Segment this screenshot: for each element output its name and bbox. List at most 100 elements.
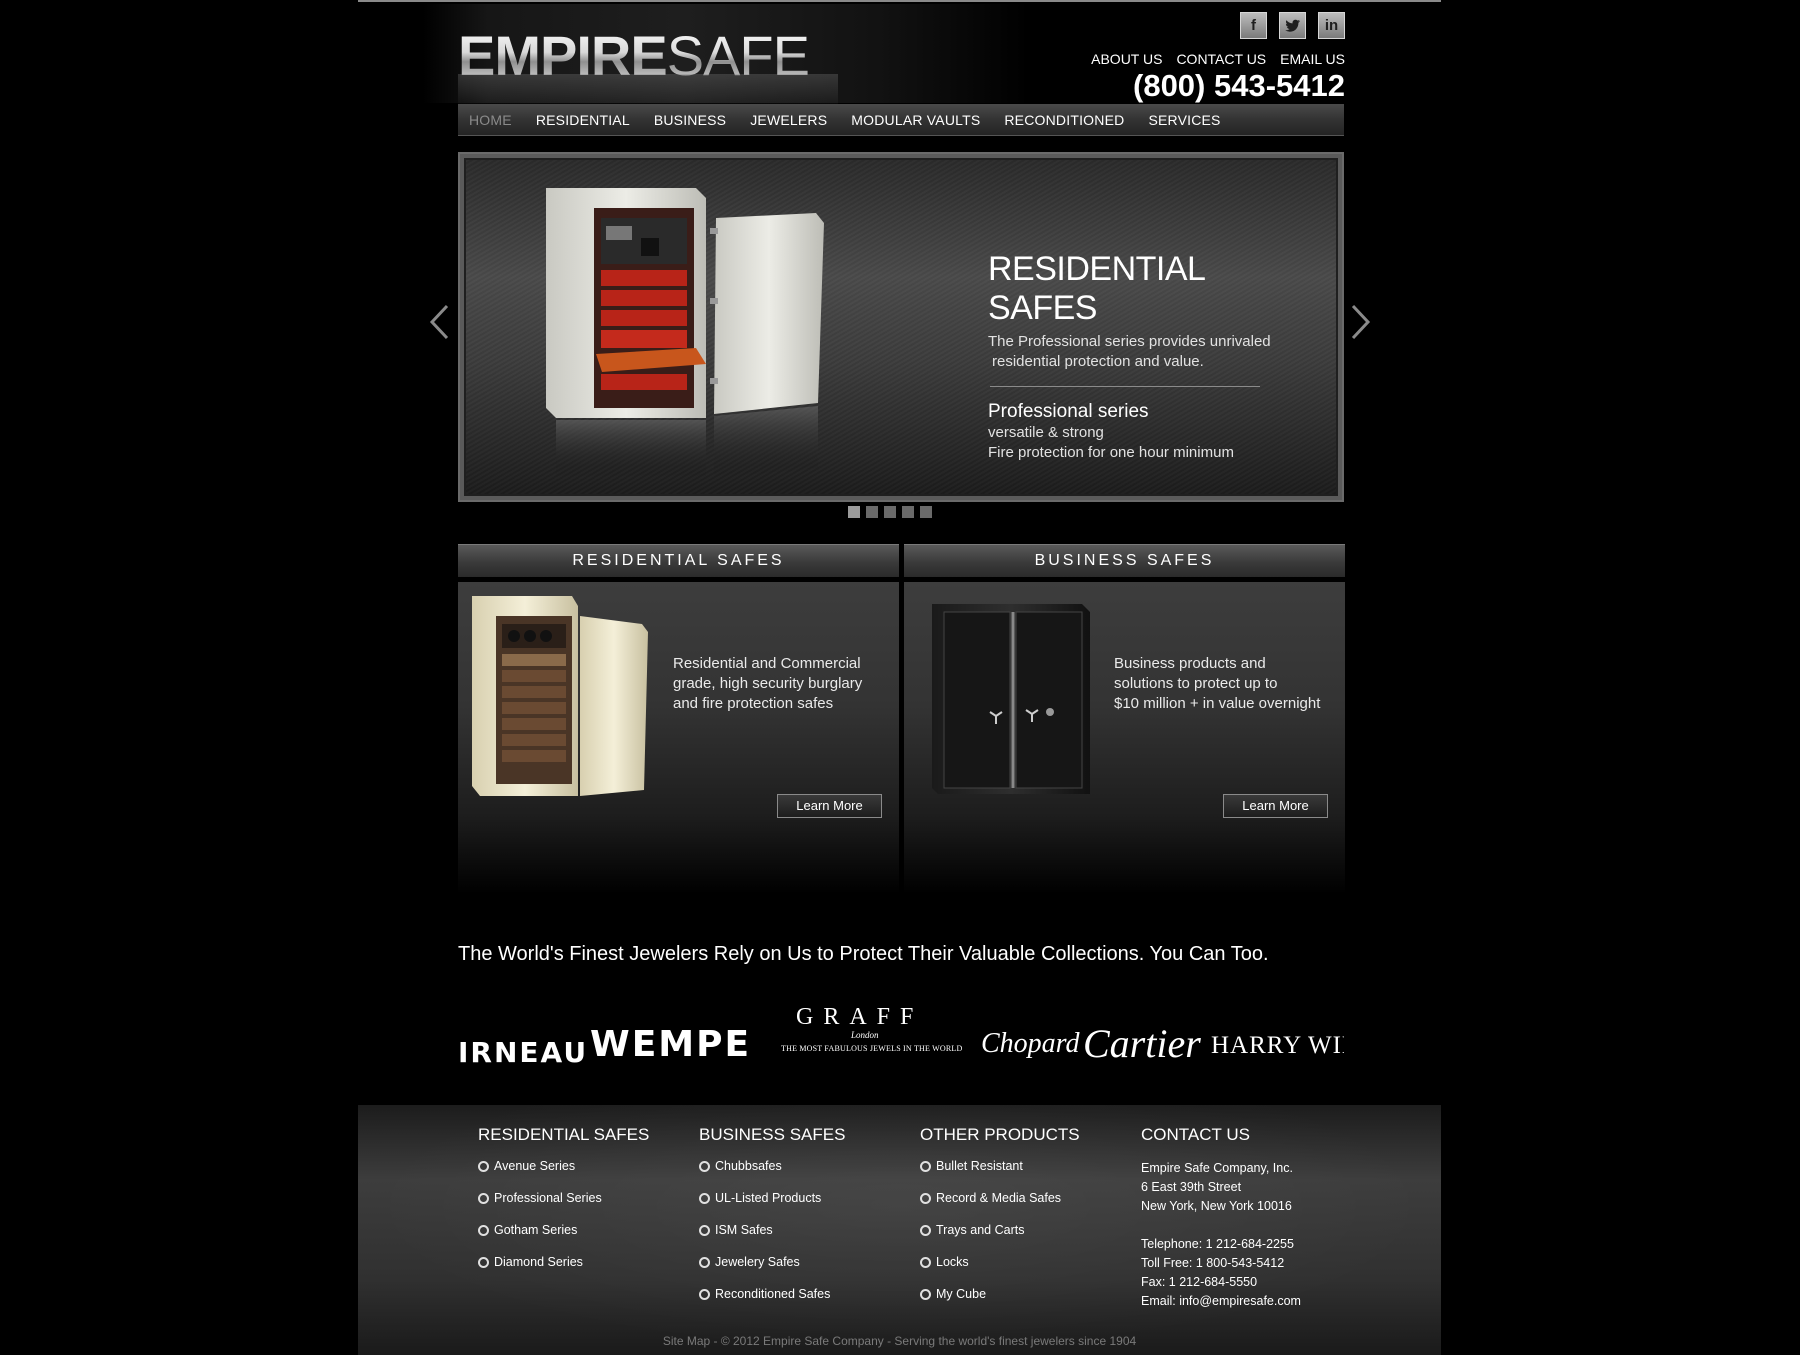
hero-slider[interactable]: RESIDENTIAL SAFES The Professional serie…: [458, 152, 1344, 502]
nav-item-business[interactable]: BUSINESS: [654, 112, 726, 128]
nav-item-home[interactable]: HOME: [469, 112, 512, 128]
empire-safe-logo[interactable]: EMPIRESAFE: [458, 26, 838, 110]
contact-email[interactable]: Email: info@empiresafe.com: [1141, 1292, 1301, 1311]
footer-heading[interactable]: CONTACT US: [1141, 1125, 1301, 1145]
panel-description: Business products and solutions to prote…: [1114, 654, 1334, 714]
footer-link[interactable]: Diamond Series: [478, 1255, 649, 1287]
slider-pagination: [848, 506, 932, 518]
nav-item-residential[interactable]: RESIDENTIAL: [536, 112, 630, 128]
residential-safe-thumbnail: [472, 596, 648, 796]
twitter-icon[interactable]: [1279, 12, 1306, 39]
about-us-link[interactable]: ABOUT US: [1091, 51, 1162, 67]
residential-learn-more-button[interactable]: Learn More: [777, 794, 882, 818]
panel-description-line: grade, high security burglary: [673, 675, 863, 692]
footer: RESIDENTIAL SAFES Avenue Series Professi…: [358, 1105, 1441, 1355]
footer-link[interactable]: Bullet Resistant: [920, 1159, 1080, 1191]
contact-street: 6 East 39th Street: [1141, 1180, 1242, 1194]
page: EMPIRESAFE f in ABOUT US CONTACT US EMAI…: [358, 0, 1441, 1355]
brand-logo: IRNEAU: [458, 1036, 589, 1069]
footer-link[interactable]: My Cube: [920, 1287, 1080, 1319]
slide-series-name: Professional series: [988, 401, 1149, 422]
slider-dot[interactable]: [848, 506, 860, 518]
slider-dot[interactable]: [884, 506, 896, 518]
panel-description-line: Business products and: [1114, 655, 1266, 672]
business-safes-panel: BUSINESS SAFES Business products and sol…: [904, 544, 1345, 894]
contact-us-link[interactable]: CONTACT US: [1176, 51, 1266, 67]
footer-link[interactable]: ISM Safes: [699, 1223, 845, 1255]
contact-company: Empire Safe Company, Inc.: [1141, 1161, 1293, 1175]
panel-body: Residential and Commercial grade, high s…: [458, 582, 899, 894]
panel-title: BUSINESS SAFES: [904, 544, 1345, 577]
slide-title: RESIDENTIAL SAFES: [988, 250, 1205, 327]
slide-subtitle-1: The Professional series provides unrival…: [988, 333, 1271, 350]
bullet-icon: [920, 1289, 931, 1300]
footer-link-label: Diamond Series: [494, 1255, 583, 1269]
footer-link-label: Locks: [936, 1255, 969, 1269]
footer-link[interactable]: Avenue Series: [478, 1159, 649, 1191]
slide-line-1: versatile & strong: [988, 424, 1104, 441]
residential-safes-panel: RESIDENTIAL SAFES Residential and Commer…: [458, 544, 899, 894]
footer-link-label: Bullet Resistant: [936, 1159, 1023, 1173]
nav-item-services[interactable]: SERVICES: [1148, 112, 1220, 128]
footer-link-label: My Cube: [936, 1287, 987, 1301]
footer-link[interactable]: Locks: [920, 1255, 1080, 1287]
contact-spacer: [1141, 1216, 1301, 1235]
facebook-icon[interactable]: f: [1240, 12, 1267, 39]
contact-toll-free: Toll Free: 1 800-543-5412: [1141, 1256, 1285, 1270]
brand-logo-chopard: Chopard: [981, 1028, 1080, 1059]
copyright-line: Site Map - © 2012 Empire Safe Company - …: [662, 1334, 1137, 1348]
bullet-icon: [478, 1161, 489, 1172]
footer-link[interactable]: Reconditioned Safes: [699, 1287, 845, 1319]
footer-link[interactable]: Professional Series: [478, 1191, 649, 1223]
footer-link[interactable]: Trays and Carts: [920, 1223, 1080, 1255]
contact-city: New York, New York 10016: [1141, 1199, 1292, 1213]
brand-logo-graff-city: London: [851, 1030, 879, 1040]
footer-link-label: Professional Series: [494, 1191, 602, 1205]
footer-heading[interactable]: RESIDENTIAL SAFES: [478, 1125, 649, 1145]
social-links: f in: [1240, 12, 1345, 39]
footer-heading[interactable]: OTHER PRODUCTS: [920, 1125, 1080, 1145]
business-learn-more-button[interactable]: Learn More: [1223, 794, 1328, 818]
slider-prev-arrow-icon[interactable]: [429, 304, 449, 340]
email-us-link[interactable]: EMAIL US: [1280, 51, 1345, 67]
bullet-icon: [478, 1225, 489, 1236]
footer-link-label: UL-Listed Products: [715, 1191, 822, 1205]
nav-item-modular-vaults[interactable]: MODULAR VAULTS: [851, 112, 980, 128]
footer-link-label: Chubbsafes: [715, 1159, 782, 1173]
residential-safe-image: [546, 188, 824, 478]
footer-link[interactable]: Gotham Series: [478, 1223, 649, 1255]
footer-link-label: Record & Media Safes: [936, 1191, 1062, 1205]
bullet-icon: [699, 1289, 710, 1300]
phone-number[interactable]: (800) 543-5412: [1133, 68, 1345, 104]
footer-column-contact: CONTACT US Empire Safe Company, Inc. 6 E…: [1141, 1125, 1301, 1311]
bullet-icon: [920, 1257, 931, 1268]
linkedin-icon[interactable]: in: [1318, 12, 1345, 39]
slider-next-arrow-icon[interactable]: [1351, 304, 1371, 340]
footer-heading[interactable]: BUSINESS SAFES: [699, 1125, 845, 1145]
slider-dot[interactable]: [902, 506, 914, 518]
nav-item-reconditioned[interactable]: RECONDITIONED: [1004, 112, 1124, 128]
footer-link[interactable]: UL-Listed Products: [699, 1191, 845, 1223]
header: EMPIRESAFE f in ABOUT US CONTACT US EMAI…: [358, 4, 1441, 110]
bullet-icon: [699, 1161, 710, 1172]
slide-divider: [990, 386, 1260, 387]
jewelers-tagline: The World's Finest Jewelers Rely on Us t…: [458, 943, 1269, 965]
bullet-icon: [920, 1161, 931, 1172]
slider-dot[interactable]: [866, 506, 878, 518]
brand-logo-graff: GRAFF: [796, 1004, 924, 1030]
nav-item-jewelers[interactable]: JEWELERS: [750, 112, 827, 128]
bullet-icon: [478, 1193, 489, 1204]
footer-link[interactable]: Record & Media Safes: [920, 1191, 1080, 1223]
bullet-icon: [699, 1225, 710, 1236]
slider-dot[interactable]: [920, 506, 932, 518]
footer-link[interactable]: Jewelery Safes: [699, 1255, 845, 1287]
jeweler-brands-carousel: IRNEAU WEMPE GRAFF London THE MOST FABUL…: [458, 994, 1344, 1074]
bullet-icon: [920, 1225, 931, 1236]
bullet-icon: [699, 1193, 710, 1204]
footer-link-label: Reconditioned Safes: [715, 1287, 831, 1301]
slide-subtitle-2: residential protection and value.: [992, 353, 1204, 370]
twitter-bird-glyph: [1284, 19, 1300, 32]
panel-body: Business products and solutions to prote…: [904, 582, 1345, 894]
footer-link[interactable]: Chubbsafes: [699, 1159, 845, 1191]
panel-title: RESIDENTIAL SAFES: [458, 544, 899, 577]
